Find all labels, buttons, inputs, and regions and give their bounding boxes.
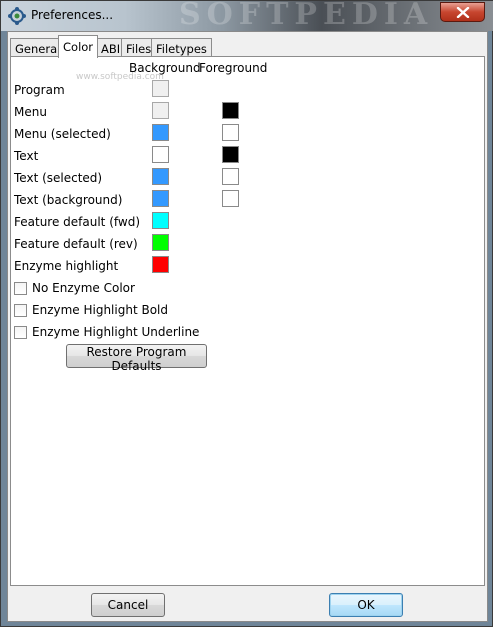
- enzyme-highlight-bold-checkbox[interactable]: [14, 304, 27, 317]
- text-background-swatch[interactable]: [152, 146, 169, 163]
- row-label-program: Program: [14, 83, 65, 97]
- ok-button[interactable]: OK: [329, 593, 403, 617]
- cancel-button[interactable]: Cancel: [91, 593, 165, 617]
- menu-foreground-swatch[interactable]: [222, 102, 239, 119]
- enzyme-highlight-underline-checkbox[interactable]: [14, 326, 27, 339]
- window-title: Preferences...: [31, 8, 114, 22]
- title-bar[interactable]: Preferences... SOFTPEDIA: [1, 0, 493, 32]
- foreground-column-header: Foreground: [199, 61, 268, 75]
- row-label-menu-selected: Menu (selected): [14, 127, 111, 141]
- menu-selected-foreground-swatch[interactable]: [222, 124, 239, 141]
- menu-selected-background-swatch[interactable]: [152, 124, 169, 141]
- row-label-menu: Menu: [14, 105, 47, 119]
- row-label-text-background: Text (background): [14, 193, 123, 207]
- text-background-background-swatch[interactable]: [152, 190, 169, 207]
- menu-background-swatch[interactable]: [152, 102, 169, 119]
- restore-defaults-button[interactable]: Restore Program Defaults: [66, 344, 207, 373]
- text-background-foreground-swatch[interactable]: [222, 190, 239, 207]
- background-column-header: Background: [129, 61, 201, 75]
- no-enzyme-color-label: No Enzyme Color: [32, 281, 135, 295]
- text-selected-foreground-swatch[interactable]: [222, 168, 239, 185]
- text-foreground-swatch[interactable]: [222, 146, 239, 163]
- color-settings-panel: www.softpedia.com Background Foreground …: [10, 56, 485, 586]
- close-button[interactable]: [440, 2, 485, 22]
- row-label-text: Text: [14, 149, 39, 163]
- program-background-swatch[interactable]: [152, 80, 169, 97]
- feature-fwd-background-swatch[interactable]: [152, 212, 169, 229]
- row-label-feature-rev: Feature default (rev): [14, 237, 138, 251]
- preferences-window: Preferences... SOFTPEDIA General Color A…: [0, 0, 493, 627]
- tab-filetypes[interactable]: Filetypes: [151, 38, 212, 57]
- feature-rev-background-swatch[interactable]: [152, 234, 169, 251]
- text-selected-background-swatch[interactable]: [152, 168, 169, 185]
- row-label-enzyme-highlight: Enzyme highlight: [14, 259, 119, 273]
- row-label-feature-fwd: Feature default (fwd): [14, 215, 141, 229]
- enzyme-highlight-background-swatch[interactable]: [152, 256, 169, 273]
- tab-color[interactable]: Color: [58, 35, 99, 58]
- close-icon: [456, 7, 470, 18]
- enzyme-highlight-underline-label: Enzyme Highlight Underline: [32, 325, 200, 339]
- row-label-text-selected: Text (selected): [14, 171, 103, 185]
- no-enzyme-color-checkbox[interactable]: [14, 282, 27, 295]
- enzyme-highlight-bold-label: Enzyme Highlight Bold: [32, 303, 168, 317]
- dialog-body: General Color ABI Files Filetypes www.so…: [7, 31, 488, 622]
- app-icon: [8, 7, 26, 25]
- watermark-text: SOFTPEDIA: [179, 0, 434, 32]
